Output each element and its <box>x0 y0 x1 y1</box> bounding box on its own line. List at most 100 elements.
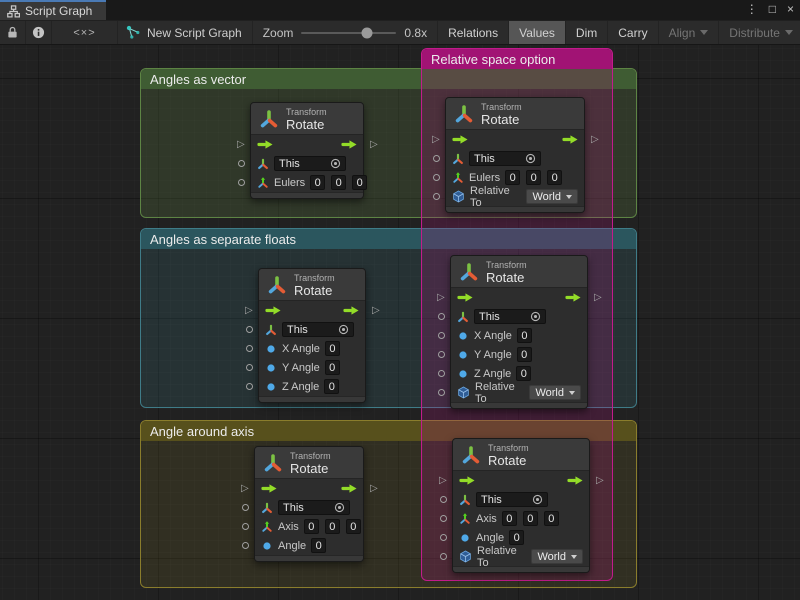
more-icon[interactable]: ⋮ <box>746 1 758 17</box>
flow-out-arrow-icon[interactable] <box>343 306 359 315</box>
flow-output-port[interactable]: ▷ <box>372 306 380 315</box>
node-header[interactable]: TransformRotate <box>451 256 587 288</box>
value-input[interactable]: 0 <box>523 511 538 526</box>
value-input-port[interactable] <box>242 523 249 530</box>
node-transform-rotate[interactable]: TransformRotate▷▷ This Eulers000 Relativ… <box>445 97 585 213</box>
value-input[interactable]: 0 <box>310 175 325 190</box>
toolbar-button-dim[interactable]: Dim <box>565 21 607 44</box>
value-input-port[interactable] <box>238 160 245 167</box>
value-input[interactable]: 0 <box>517 347 532 362</box>
flow-input-port[interactable]: ▷ <box>437 293 445 302</box>
object-picker-field[interactable]: This <box>469 151 541 166</box>
value-input-port[interactable] <box>440 515 447 522</box>
enum-dropdown[interactable]: World <box>526 189 578 204</box>
toolbar-button-distribute[interactable]: Distribute <box>718 21 800 44</box>
flow-input-port[interactable]: ▷ <box>439 476 447 485</box>
flow-output-port[interactable]: ▷ <box>596 476 604 485</box>
node-transform-rotate[interactable]: TransformRotate▷▷ ThisX Angle0Y Angle0Z … <box>450 255 588 409</box>
flow-in-arrow-icon[interactable] <box>459 476 475 485</box>
value-input-port[interactable] <box>440 496 447 503</box>
toolbar-button-align[interactable]: Align <box>658 21 719 44</box>
value-input-port[interactable] <box>433 193 440 200</box>
value-input[interactable]: 0 <box>325 360 340 375</box>
value-input-port[interactable] <box>433 155 440 162</box>
value-input[interactable]: 0 <box>352 175 367 190</box>
node-header[interactable]: TransformRotate <box>446 98 584 130</box>
group-header[interactable]: Relative space option <box>422 49 612 69</box>
node-transform-rotate[interactable]: TransformRotate▷▷ ThisX Angle0Y Angle0Z … <box>258 268 366 403</box>
toolbar-button-values[interactable]: Values <box>508 21 565 44</box>
value-input[interactable]: 0 <box>324 379 339 394</box>
node-header[interactable]: TransformRotate <box>255 447 363 479</box>
node-header[interactable]: TransformRotate <box>251 103 363 135</box>
zoom-slider[interactable] <box>301 32 396 34</box>
maximize-icon[interactable]: □ <box>769 1 776 17</box>
enum-dropdown[interactable]: World <box>529 385 581 400</box>
value-input-port[interactable] <box>440 553 447 560</box>
value-input[interactable]: 0 <box>516 366 531 381</box>
value-input-port[interactable] <box>433 174 440 181</box>
node-transform-rotate[interactable]: TransformRotate▷▷ This Eulers000 <box>250 102 364 199</box>
flow-in-arrow-icon[interactable] <box>452 135 468 144</box>
lock-button[interactable] <box>0 21 26 44</box>
value-input-port[interactable] <box>438 332 445 339</box>
value-input[interactable]: 0 <box>502 511 517 526</box>
object-picker-field[interactable]: This <box>282 322 354 337</box>
flow-out-arrow-icon[interactable] <box>562 135 578 144</box>
value-input-port[interactable] <box>438 370 445 377</box>
graph-canvas[interactable]: Angles as vectorAngles as separate float… <box>0 45 800 600</box>
value-input[interactable]: 0 <box>346 519 361 534</box>
value-input[interactable]: 0 <box>304 519 319 534</box>
node-transform-rotate[interactable]: TransformRotate▷▷ This Axis000Angle0 <box>254 446 364 562</box>
flow-input-port[interactable]: ▷ <box>432 135 440 144</box>
value-input-port[interactable] <box>246 345 253 352</box>
flow-in-arrow-icon[interactable] <box>457 293 473 302</box>
tab-script-graph[interactable]: Script Graph <box>0 0 106 20</box>
value-input[interactable]: 0 <box>505 170 520 185</box>
flow-in-arrow-icon[interactable] <box>261 484 277 493</box>
toolbar-button-relations[interactable]: Relations <box>437 21 508 44</box>
value-input-port[interactable] <box>438 351 445 358</box>
value-input[interactable]: 0 <box>517 328 532 343</box>
value-input[interactable]: 0 <box>325 341 340 356</box>
value-input[interactable]: 0 <box>311 538 326 553</box>
flow-output-port[interactable]: ▷ <box>370 484 378 493</box>
flow-input-port[interactable]: ▷ <box>245 306 253 315</box>
value-input[interactable]: 0 <box>547 170 562 185</box>
object-picker-field[interactable]: This <box>278 500 350 515</box>
value-input[interactable]: 0 <box>526 170 541 185</box>
value-input-port[interactable] <box>242 504 249 511</box>
close-icon[interactable]: × <box>787 1 794 17</box>
value-input[interactable]: 0 <box>331 175 346 190</box>
node-header[interactable]: TransformRotate <box>453 439 589 471</box>
flow-output-port[interactable]: ▷ <box>594 293 602 302</box>
value-input-port[interactable] <box>438 389 445 396</box>
enum-dropdown[interactable]: World <box>531 549 583 564</box>
value-input[interactable]: 0 <box>509 530 524 545</box>
value-input-port[interactable] <box>242 542 249 549</box>
flow-out-arrow-icon[interactable] <box>565 293 581 302</box>
toolbar-button-carry[interactable]: Carry <box>607 21 657 44</box>
node-transform-rotate[interactable]: TransformRotate▷▷ This Axis000Angle0 Rel… <box>452 438 590 573</box>
value-input-port[interactable] <box>440 534 447 541</box>
flow-output-port[interactable]: ▷ <box>591 135 599 144</box>
node-header[interactable]: TransformRotate <box>259 269 365 301</box>
flow-output-port[interactable]: ▷ <box>370 140 378 149</box>
flow-out-arrow-icon[interactable] <box>341 484 357 493</box>
object-picker-field[interactable]: This <box>474 309 546 324</box>
flow-out-arrow-icon[interactable] <box>567 476 583 485</box>
value-input-port[interactable] <box>246 364 253 371</box>
object-picker-field[interactable]: This <box>476 492 548 507</box>
flow-input-port[interactable]: ▷ <box>241 484 249 493</box>
code-preview-button[interactable]: <×> <box>52 21 118 44</box>
object-picker-field[interactable]: This <box>274 156 346 171</box>
flow-in-arrow-icon[interactable] <box>265 306 281 315</box>
info-button[interactable] <box>26 21 52 44</box>
value-input-port[interactable] <box>438 313 445 320</box>
flow-out-arrow-icon[interactable] <box>341 140 357 149</box>
value-input-port[interactable] <box>246 326 253 333</box>
flow-in-arrow-icon[interactable] <box>257 140 273 149</box>
value-input[interactable]: 0 <box>544 511 559 526</box>
value-input[interactable]: 0 <box>325 519 340 534</box>
value-input-port[interactable] <box>238 179 245 186</box>
